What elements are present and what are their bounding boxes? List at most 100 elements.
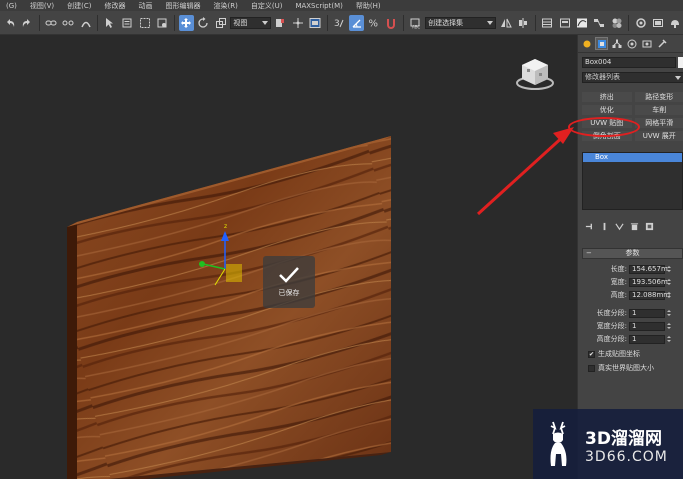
display-tab-icon[interactable] (640, 37, 653, 50)
spinner-snap-icon[interactable] (384, 15, 399, 31)
select-and-rotate-icon[interactable] (196, 15, 211, 31)
height-spinner[interactable] (666, 291, 672, 300)
modifier-lathe-button[interactable]: 车削 (634, 105, 683, 115)
length-input[interactable]: 154.657m (629, 264, 668, 274)
menu-item[interactable]: (G) (0, 2, 24, 10)
height-segs-spinner[interactable] (666, 335, 672, 344)
height-param-row: 高度: 12.088mm (582, 290, 683, 300)
modifier-optimize-button[interactable]: 优化 (582, 105, 632, 115)
watermark-text: 3D溜溜网 3D66.COM (585, 424, 668, 465)
menu-item-help[interactable]: 帮助(H) (350, 1, 388, 11)
create-tab-icon[interactable] (580, 37, 593, 50)
rect-selection-region-icon[interactable] (137, 15, 152, 31)
select-and-move-icon[interactable] (178, 14, 194, 31)
hierarchy-tab-icon[interactable] (610, 37, 623, 50)
width-label: 宽度: (610, 278, 627, 286)
utilities-tab-icon[interactable] (655, 37, 668, 50)
length-segs-input[interactable]: 1 (629, 308, 665, 318)
width-segs-input[interactable]: 1 (629, 321, 665, 331)
svg-text:ABC: ABC (412, 24, 420, 29)
angle-snap-icon[interactable] (348, 14, 365, 31)
graphite-ribbon-icon[interactable] (557, 15, 572, 31)
chevron-down-icon (675, 75, 681, 80)
deer-logo-icon (550, 421, 567, 466)
make-unique-icon[interactable] (614, 221, 624, 231)
board-grain-texture (77, 136, 391, 479)
toolbar-divider (173, 14, 175, 31)
rendered-frame-window-icon[interactable] (650, 15, 665, 31)
menu-item-rendering[interactable]: 渲染(R) (208, 1, 245, 11)
menu-bar: (G) 视图(V) 创建(C) 修改器 动画 图形编辑器 渲染(R) 自定义(U… (0, 0, 683, 11)
schematic-view-icon[interactable] (592, 15, 607, 31)
bind-space-warp-icon[interactable] (78, 15, 93, 31)
height-segs-input[interactable]: 1 (629, 334, 665, 344)
pin-stack-icon[interactable] (584, 221, 594, 231)
render-production-icon[interactable] (668, 15, 683, 31)
mirror-icon[interactable] (498, 15, 513, 31)
main-toolbar: 视图 3 % ABC 创建选择集 (0, 11, 683, 35)
modifier-extrude-button[interactable]: 挤出 (582, 92, 632, 102)
motion-tab-icon[interactable] (625, 37, 638, 50)
modifier-stack-toolbar (582, 219, 683, 233)
curve-editor-icon[interactable] (574, 15, 589, 31)
render-setup-icon[interactable] (633, 15, 648, 31)
width-spinner[interactable] (666, 278, 672, 287)
link-icon[interactable] (44, 15, 59, 31)
menu-item-animation[interactable]: 动画 (133, 1, 160, 11)
real-world-map-size-checkbox[interactable]: 真实世界贴图大小 (588, 363, 654, 373)
length-segs-label: 长度分段: (596, 309, 627, 317)
align-icon[interactable] (515, 15, 530, 31)
unlink-icon[interactable] (61, 15, 76, 31)
show-end-result-icon[interactable] (599, 221, 609, 231)
remove-modifier-icon[interactable] (629, 221, 639, 231)
length-spinner[interactable] (666, 265, 672, 274)
menu-item-create[interactable]: 创建(C) (61, 1, 98, 11)
chevron-down-icon (487, 20, 494, 25)
parameters-rollout-header[interactable]: − 参数 (582, 248, 683, 259)
modifier-stack[interactable]: Box (582, 152, 683, 210)
layer-manager-icon[interactable] (540, 15, 555, 31)
reference-coordinate-select[interactable]: 视图 (230, 16, 271, 29)
menu-item-view[interactable]: 视图(V) (24, 1, 61, 11)
width-segs-spinner[interactable] (666, 322, 672, 331)
menu-item-maxscript[interactable]: MAXScript(M) (289, 2, 349, 10)
snap-toggle-icon[interactable]: 3 (332, 15, 347, 31)
toolbar-divider (97, 14, 99, 31)
perspective-viewport[interactable]: z 已保存 (0, 35, 577, 479)
width-input[interactable]: 193.506m (629, 277, 668, 287)
select-object-icon[interactable] (102, 15, 117, 31)
pivot-point-icon[interactable] (273, 15, 288, 31)
select-by-name-icon[interactable] (120, 15, 135, 31)
configure-modifier-sets-icon[interactable] (644, 221, 654, 231)
named-selection-set-select[interactable]: 创建选择集 (425, 16, 497, 29)
keyboard-shortcut-override-icon[interactable] (307, 15, 322, 31)
length-label: 长度: (610, 265, 627, 273)
svg-text:z: z (224, 223, 227, 230)
object-color-swatch[interactable] (678, 57, 683, 68)
length-param-row: 长度: 154.657m (582, 264, 683, 274)
manipulate-icon[interactable] (290, 15, 305, 31)
view-cube[interactable] (515, 55, 555, 95)
modifier-unwrap-uvw-button[interactable]: UVW 展开 (634, 131, 683, 141)
object-name-field[interactable]: Box004 (582, 57, 676, 68)
modifier-path-deform-button[interactable]: 路径变形 (634, 92, 683, 102)
watermark-logo: 3D溜溜网 3D66.COM (533, 409, 683, 479)
generate-mapping-coords-checkbox[interactable]: ✔ 生成贴图坐标 (588, 349, 640, 359)
undo-icon[interactable] (2, 15, 17, 31)
menu-item-graph-editors[interactable]: 图形编辑器 (160, 1, 208, 11)
menu-item-customize[interactable]: 自定义(U) (245, 1, 290, 11)
redo-icon[interactable] (19, 15, 34, 31)
edit-named-selection-icon[interactable]: ABC (408, 15, 423, 31)
select-and-scale-icon[interactable] (213, 15, 228, 31)
modify-tab-icon[interactable] (595, 37, 608, 50)
modifier-stack-item-box[interactable]: Box (583, 153, 682, 162)
height-input[interactable]: 12.088mm (629, 290, 670, 300)
modifier-list-dropdown[interactable]: 修改器列表 (582, 72, 683, 83)
length-segs-spinner[interactable] (666, 309, 672, 318)
window-crossing-icon[interactable] (154, 15, 169, 31)
modifier-meshsmooth-button[interactable]: 网格平滑 (634, 118, 683, 128)
menu-item-modifiers[interactable]: 修改器 (99, 1, 133, 11)
width-segs-label: 宽度分段: (596, 322, 627, 330)
material-editor-icon[interactable] (609, 15, 624, 31)
percent-snap-icon[interactable]: % (366, 15, 381, 31)
